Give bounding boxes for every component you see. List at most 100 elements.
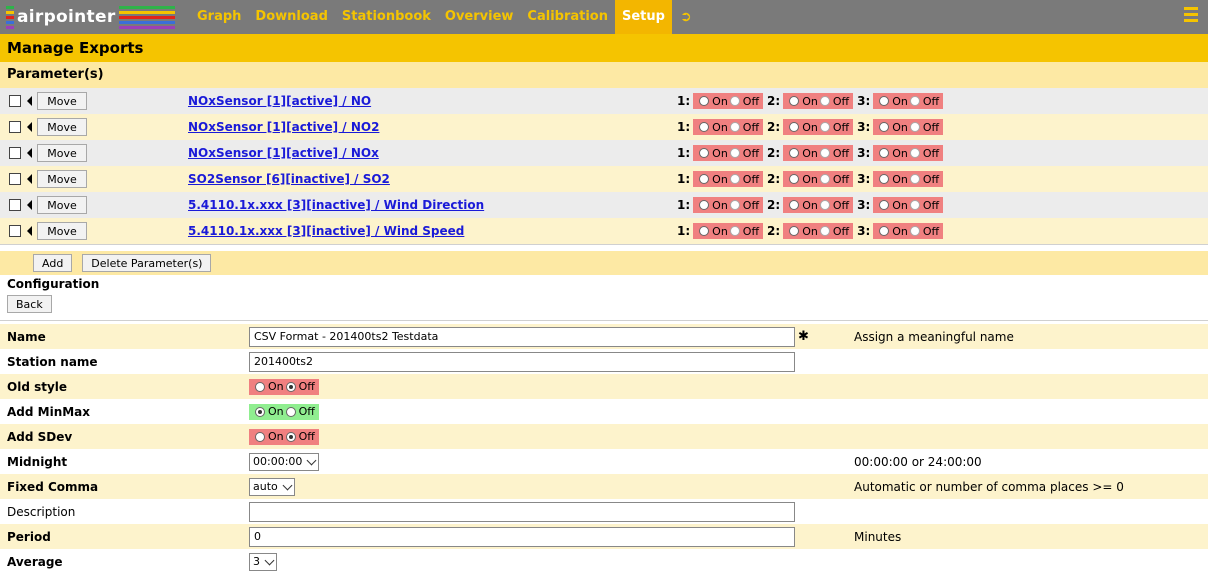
- radio-off[interactable]: [819, 122, 830, 132]
- radio-off[interactable]: [909, 200, 920, 210]
- radio-label: On: [712, 224, 728, 238]
- radio-off[interactable]: [819, 96, 830, 106]
- station-name-input[interactable]: 201400ts2: [249, 351, 795, 372]
- field-old-style: Old style On Off: [0, 374, 1208, 399]
- radio-off[interactable]: [819, 148, 830, 158]
- radio-on[interactable]: [789, 226, 800, 236]
- channel-toggle: On Off: [783, 171, 854, 187]
- fixed-comma-select[interactable]: auto: [249, 477, 295, 496]
- nav-stationbook[interactable]: Stationbook: [335, 0, 438, 34]
- radio-label: Off: [298, 405, 315, 418]
- add-button[interactable]: Add: [33, 254, 73, 272]
- caret-left-icon[interactable]: [27, 96, 32, 106]
- move-button[interactable]: Move: [37, 196, 87, 214]
- caret-left-icon[interactable]: [27, 226, 32, 236]
- row-checkbox[interactable]: [9, 225, 21, 237]
- field-fixed-comma: Fixed Comma auto Automatic or number of …: [0, 474, 1208, 499]
- channel-label: 2:: [767, 146, 781, 160]
- caret-left-icon[interactable]: [27, 148, 32, 158]
- radio-on[interactable]: [789, 122, 800, 132]
- caret-left-icon[interactable]: [27, 174, 32, 184]
- radio-on[interactable]: [789, 200, 800, 210]
- radio-off[interactable]: [909, 122, 920, 132]
- channel-toggles: 1: On Off 2: On Off 3: On Off: [677, 197, 947, 213]
- nav-graph[interactable]: Graph: [190, 0, 248, 34]
- parameter-link[interactable]: NOxSensor [1][active] / NOx: [188, 146, 379, 160]
- radio-on[interactable]: [879, 122, 890, 132]
- radio-off[interactable]: [819, 174, 830, 184]
- move-button[interactable]: Move: [37, 144, 87, 162]
- radio-on[interactable]: [255, 406, 265, 417]
- radio-off[interactable]: [819, 200, 830, 210]
- parameter-link[interactable]: SO2Sensor [6][inactive] / SO2: [188, 172, 390, 186]
- name-input[interactable]: CSV Format - 201400ts2 Testdata: [249, 326, 795, 347]
- radio-on[interactable]: [255, 381, 265, 392]
- radio-off[interactable]: [285, 431, 296, 442]
- nav-calibration[interactable]: Calibration: [520, 0, 615, 34]
- radio-on[interactable]: [699, 200, 710, 210]
- back-button[interactable]: Back: [7, 295, 52, 313]
- radio-on[interactable]: [879, 226, 890, 236]
- radio-off[interactable]: [729, 200, 740, 210]
- move-button[interactable]: Move: [37, 222, 87, 240]
- move-button[interactable]: Move: [37, 92, 87, 110]
- radio-on[interactable]: [699, 148, 710, 158]
- period-input[interactable]: 0: [249, 526, 795, 547]
- parameter-link[interactable]: NOxSensor [1][active] / NO2: [188, 120, 379, 134]
- average-select[interactable]: 3: [249, 552, 277, 571]
- radio-off[interactable]: [909, 148, 920, 158]
- delete-parameters-button[interactable]: Delete Parameter(s): [82, 254, 212, 272]
- radio-on[interactable]: [699, 96, 710, 106]
- row-checkbox[interactable]: [9, 121, 21, 133]
- field-label: Description: [7, 504, 76, 519]
- chevron-down-icon: [306, 455, 317, 465]
- field-add-sdev: Add SDev On Off: [0, 424, 1208, 449]
- caret-left-icon[interactable]: [27, 200, 32, 210]
- radio-on[interactable]: [699, 226, 710, 236]
- radio-off[interactable]: [285, 406, 296, 417]
- channel-toggle: On Off: [783, 197, 854, 213]
- parameter-link[interactable]: 5.4110.1x.xxx [3][inactive] / Wind Speed: [188, 224, 464, 238]
- parameter-row: Move 5.4110.1x.xxx [3][inactive] / Wind D…: [0, 192, 1208, 218]
- radio-on[interactable]: [879, 148, 890, 158]
- row-checkbox[interactable]: [9, 147, 21, 159]
- radio-off[interactable]: [729, 122, 740, 132]
- radio-off[interactable]: [909, 174, 920, 184]
- row-checkbox[interactable]: [9, 199, 21, 211]
- move-button[interactable]: Move: [37, 170, 87, 188]
- channel-label: 2:: [767, 198, 781, 212]
- channel-toggle: On Off: [783, 93, 854, 109]
- description-input[interactable]: [249, 501, 795, 522]
- radio-off[interactable]: [909, 96, 920, 106]
- hamburger-icon[interactable]: [1184, 7, 1198, 25]
- radio-on[interactable]: [699, 122, 710, 132]
- parameter-link[interactable]: NOxSensor [1][active] / NO: [188, 94, 371, 108]
- radio-off[interactable]: [729, 226, 740, 236]
- radio-on[interactable]: [789, 174, 800, 184]
- radio-off[interactable]: [285, 381, 296, 392]
- radio-on[interactable]: [789, 96, 800, 106]
- nav-setup[interactable]: Setup: [615, 0, 672, 34]
- radio-off[interactable]: [729, 174, 740, 184]
- caret-left-icon[interactable]: [27, 122, 32, 132]
- radio-on[interactable]: [879, 200, 890, 210]
- radio-on[interactable]: [879, 174, 890, 184]
- nav-overview[interactable]: Overview: [438, 0, 521, 34]
- midnight-select[interactable]: 00:00:00: [249, 452, 320, 471]
- radio-off[interactable]: [909, 226, 920, 236]
- parameter-link[interactable]: 5.4110.1x.xxx [3][inactive] / Wind Direc…: [188, 198, 484, 212]
- radio-on[interactable]: [699, 174, 710, 184]
- channel-label: 2:: [767, 172, 781, 186]
- row-checkbox[interactable]: [9, 173, 21, 185]
- row-checkbox[interactable]: [9, 95, 21, 107]
- nav-download[interactable]: Download: [248, 0, 334, 34]
- radio-off[interactable]: [729, 148, 740, 158]
- radio-off[interactable]: [819, 226, 830, 236]
- radio-on[interactable]: [879, 96, 890, 106]
- radio-off[interactable]: [729, 96, 740, 106]
- radio-on[interactable]: [255, 431, 265, 442]
- sign-out-icon[interactable]: ➲: [672, 0, 700, 34]
- airpointer-logo[interactable]: airpointer: [0, 0, 190, 34]
- move-button[interactable]: Move: [37, 118, 87, 136]
- radio-on[interactable]: [789, 148, 800, 158]
